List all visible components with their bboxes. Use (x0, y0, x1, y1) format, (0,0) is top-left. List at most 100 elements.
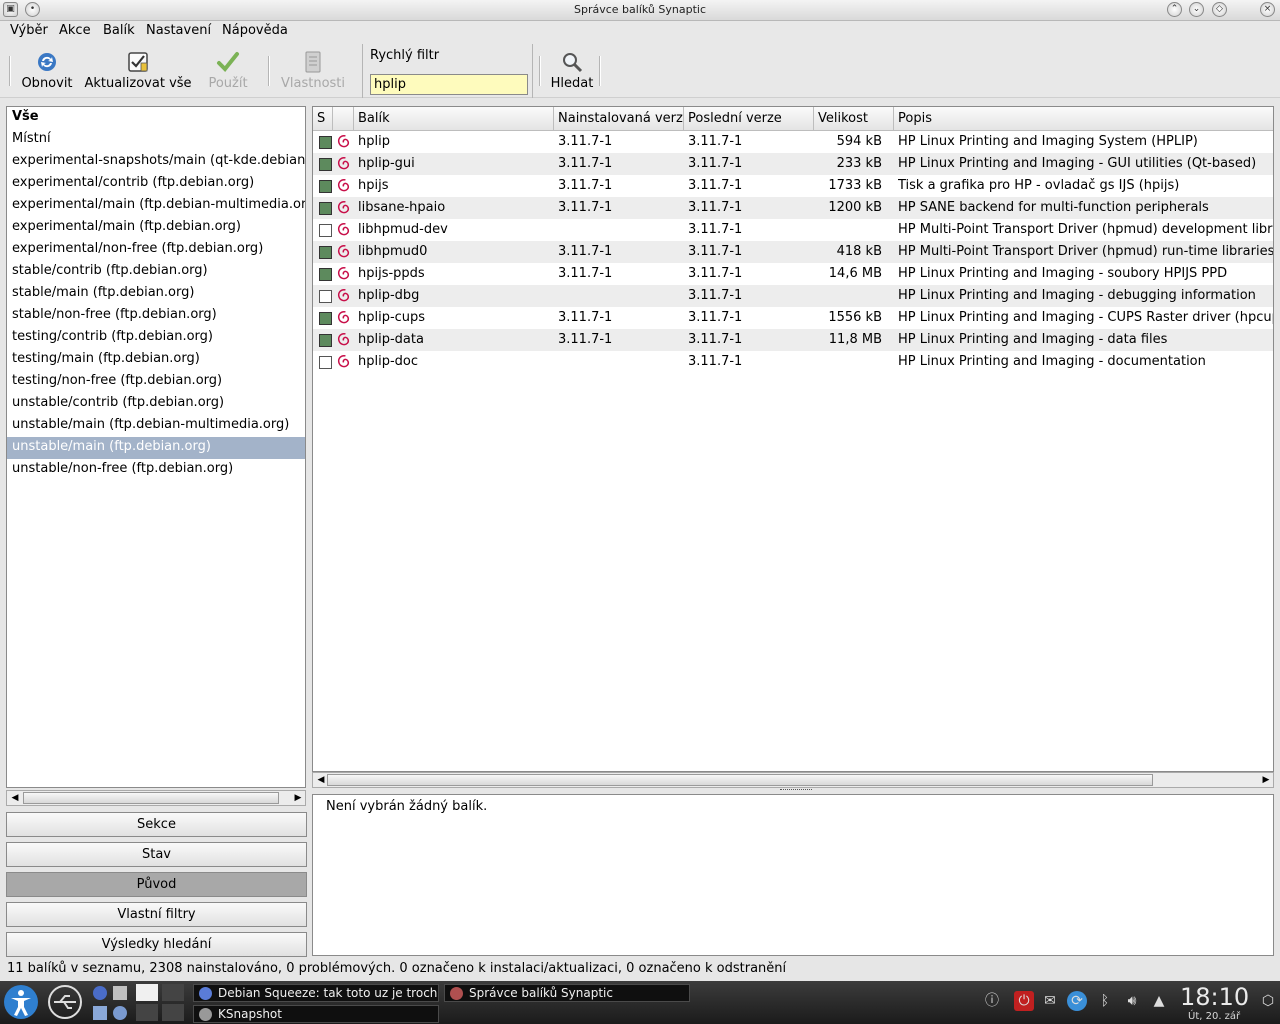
status-checkbox[interactable] (319, 224, 332, 237)
origin-item[interactable]: unstable/main (ftp.debian.org) (7, 437, 305, 459)
reload-button[interactable]: Obnovit (17, 42, 77, 98)
scroll-left-icon[interactable]: ◀ (314, 773, 328, 787)
table-row[interactable]: hplip-gui 3.11.7-1 3.11.7-1 233 kB HP Linux … (313, 153, 1273, 175)
desktop-pager-2[interactable] (162, 984, 184, 1001)
info-icon[interactable]: ⓘ (982, 991, 1002, 1011)
search-button[interactable]: Hledat (547, 42, 597, 98)
scroll-left-icon[interactable]: ◀ (8, 791, 22, 805)
network-launcher-icon[interactable] (113, 1006, 127, 1020)
origin-item[interactable]: experimental-snapshots/main (qt-kde.debi… (7, 151, 305, 173)
minimize-icon[interactable]: ⌄ (1189, 2, 1204, 17)
table-row[interactable]: libhpmud0 3.11.7-1 3.11.7-1 418 kB HP Multi-… (313, 241, 1273, 263)
status-checkbox[interactable] (319, 202, 332, 215)
apply-button[interactable]: Použít (200, 42, 256, 98)
table-row[interactable]: hpijs-ppds 3.11.7-1 3.11.7-1 14,6 MB HP Linu… (313, 263, 1273, 285)
kickoff-menu-icon[interactable] (3, 984, 39, 1020)
usb-icon[interactable] (46, 984, 84, 1020)
show-hidden-icon[interactable]: ▲ (1149, 991, 1169, 1011)
column-header-s[interactable]: S (313, 107, 333, 131)
origin-item[interactable]: unstable/main (ftp.debian-multimedia.org… (7, 415, 305, 437)
power-icon[interactable]: ⏻ (1014, 991, 1034, 1011)
origin-item[interactable]: stable/non-free (ftp.debian.org) (7, 305, 305, 327)
menu-vyber[interactable]: Výběr (10, 23, 48, 38)
clock-date[interactable]: Út, 20. zář (1188, 1011, 1240, 1022)
status-checkbox[interactable] (319, 356, 332, 369)
origin-item[interactable]: testing/main (ftp.debian.org) (7, 349, 305, 371)
table-row[interactable]: hplip 3.11.7-1 3.11.7-1 594 kB HP Linux Prin… (313, 131, 1273, 153)
desktop-pager-4[interactable] (162, 1004, 184, 1021)
package-table-hscrollbar[interactable]: ◀ ▶ (312, 772, 1274, 788)
status-checkbox[interactable] (319, 290, 332, 303)
updates-icon[interactable]: ⟳ (1067, 991, 1087, 1011)
origin-item[interactable]: stable/main (ftp.debian.org) (7, 283, 305, 305)
desktop-pager-1[interactable] (136, 984, 158, 1001)
column-header-package[interactable]: Balík (354, 107, 554, 131)
maximize-icon[interactable]: ◇ (1212, 2, 1227, 17)
origin-item[interactable]: testing/non-free (ftp.debian.org) (7, 371, 305, 393)
quick-filter-input[interactable] (370, 74, 528, 95)
calendar-launcher-icon[interactable] (93, 1006, 107, 1020)
table-row[interactable]: libsane-hpaio 3.11.7-1 3.11.7-1 1200 kB HP S… (313, 197, 1273, 219)
mail-launcher-icon[interactable] (113, 986, 127, 1000)
scroll-right-icon[interactable]: ▶ (291, 791, 305, 805)
scroll-thumb[interactable] (327, 774, 1153, 786)
origin-button[interactable]: Původ (6, 872, 307, 897)
clock-time[interactable]: 18:10 (1180, 983, 1249, 1011)
task-synaptic[interactable]: Správce balíků Synaptic (444, 984, 690, 1002)
origin-item[interactable]: Místní (7, 129, 305, 151)
column-header-support[interactable] (333, 107, 354, 131)
keep-above-icon[interactable]: ⌃ (1167, 2, 1182, 17)
task-browser[interactable]: Debian Squeeze: tak toto uz je trochu (193, 984, 439, 1002)
desktop-pager-3[interactable] (136, 1004, 158, 1021)
status-checkbox[interactable] (319, 268, 332, 281)
column-header-installed-version[interactable]: Nainstalovaná verze (554, 107, 684, 131)
properties-button[interactable]: Vlastnosti (278, 42, 348, 98)
package-size: 418 kB (836, 244, 882, 259)
status-checkbox[interactable] (319, 246, 332, 259)
upgrade-all-button[interactable]: Aktualizovat vše (83, 42, 193, 98)
cashew-icon[interactable]: ⬡ (1258, 991, 1278, 1011)
table-row[interactable]: hplip-data 3.11.7-1 3.11.7-1 11,8 MB HP Linu… (313, 329, 1273, 351)
status-button[interactable]: Stav (6, 842, 307, 867)
menu-balik[interactable]: Balík (103, 23, 135, 38)
mail-icon[interactable]: ✉ (1040, 991, 1060, 1011)
menu-akce[interactable]: Akce (59, 23, 91, 38)
scroll-thumb[interactable] (23, 792, 279, 804)
origin-list-hscrollbar[interactable]: ◀ ▶ (6, 790, 306, 806)
status-checkbox[interactable] (319, 158, 332, 171)
origin-item[interactable]: unstable/non-free (ftp.debian.org) (7, 459, 305, 481)
bluetooth-icon[interactable]: ᛒ (1095, 991, 1115, 1011)
menu-napoveda[interactable]: Nápověda (222, 23, 288, 38)
column-header-size[interactable]: Velikost (814, 107, 894, 131)
pane-splitter[interactable] (780, 789, 812, 793)
window-titlebar[interactable]: ▣ • Správce balíků Synaptic ⌃ ⌄ ◇ × (0, 0, 1280, 21)
origin-item[interactable]: unstable/contrib (ftp.debian.org) (7, 393, 305, 415)
status-checkbox[interactable] (319, 136, 332, 149)
origin-item[interactable]: experimental/non-free (ftp.debian.org) (7, 239, 305, 261)
scroll-right-icon[interactable]: ▶ (1259, 773, 1273, 787)
browser-launcher-icon[interactable] (93, 986, 107, 1000)
table-row[interactable]: libhpmud-dev 3.11.7-1 HP Multi-Point Trans… (313, 219, 1273, 241)
table-row[interactable]: hplip-dbg 3.11.7-1 HP Linux Printing and I… (313, 285, 1273, 307)
table-row[interactable]: hplip-doc 3.11.7-1 HP Linux Printing and I… (313, 351, 1273, 373)
sections-button[interactable]: Sekce (6, 812, 307, 837)
custom-filters-button[interactable]: Vlastní filtry (6, 902, 307, 927)
column-header-description[interactable]: Popis (894, 107, 1273, 131)
status-checkbox[interactable] (319, 312, 332, 325)
origin-item[interactable]: experimental/main (ftp.debian-multimedia… (7, 195, 305, 217)
origin-item[interactable]: testing/contrib (ftp.debian.org) (7, 327, 305, 349)
volume-icon[interactable]: 🔊︎ (1122, 991, 1142, 1011)
close-icon[interactable]: × (1260, 2, 1275, 17)
origin-item[interactable]: stable/contrib (ftp.debian.org) (7, 261, 305, 283)
origin-item[interactable]: experimental/contrib (ftp.debian.org) (7, 173, 305, 195)
task-ksnapshot[interactable]: KSnapshot (193, 1005, 439, 1023)
search-results-button[interactable]: Výsledky hledání (6, 932, 307, 957)
table-row[interactable]: hplip-cups 3.11.7-1 3.11.7-1 1556 kB HP Linu… (313, 307, 1273, 329)
table-row[interactable]: hpijs 3.11.7-1 3.11.7-1 1733 kB Tisk a grafi… (313, 175, 1273, 197)
column-header-latest-version[interactable]: Poslední verze (684, 107, 814, 131)
menu-nastaveni[interactable]: Nastavení (146, 23, 211, 38)
origin-item[interactable]: Vše (7, 107, 305, 129)
origin-item[interactable]: experimental/main (ftp.debian.org) (7, 217, 305, 239)
status-checkbox[interactable] (319, 334, 332, 347)
status-checkbox[interactable] (319, 180, 332, 193)
